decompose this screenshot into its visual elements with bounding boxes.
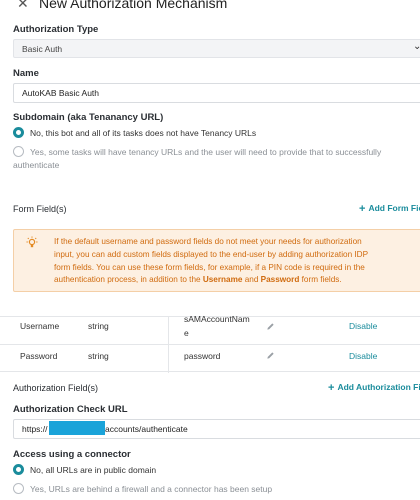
field-type-cell: string — [88, 321, 109, 331]
notice-line: authentication process, in addition to t… — [54, 274, 416, 287]
subdomain-no-label: No, this bot and all of its tasks does n… — [30, 128, 257, 138]
field-name-cell: Username — [20, 321, 60, 331]
notice-line: form fields. You can use these form fiel… — [54, 262, 365, 272]
subdomain-no-radio[interactable] — [13, 127, 24, 138]
subdomain-label: Subdomain (aka Tenanancy URL) — [13, 112, 164, 123]
notice-line: If the default username and password fie… — [54, 237, 362, 246]
plus-icon: + — [359, 203, 366, 215]
modal-header: ✕ New Authorization Mechanism — [0, 0, 420, 13]
add-auth-field-button[interactable]: + Add Authorization Fie — [328, 382, 420, 394]
modal-title: New Authorization Mechanism — [39, 0, 228, 11]
name-input-value: AutoKAB Basic Auth — [22, 88, 100, 98]
notice-bold-password: Password — [260, 275, 300, 285]
check-url-label: Authorization Check URL — [13, 404, 128, 415]
field-key-cell: sAMAccountNam — [184, 314, 250, 324]
connector-no-label: No, all URLs are in public domain — [30, 465, 157, 475]
auth-type-value: Basic Auth — [22, 44, 63, 54]
table-divider — [0, 344, 420, 345]
auth-fields-label: Authorization Field(s) — [13, 383, 99, 393]
chevron-down-icon[interactable]: ⌄ — [413, 41, 420, 52]
add-form-field-label: Add Form Fie — [368, 203, 420, 213]
name-input[interactable]: AutoKAB Basic Auth — [13, 83, 420, 103]
field-name-cell: Password — [20, 351, 58, 361]
notice-bold-username: Username — [202, 275, 243, 285]
connector-no-radio[interactable] — [13, 464, 24, 475]
plus-icon: + — [328, 382, 335, 394]
auth-type-select[interactable]: Basic Auth ⌄ — [13, 39, 420, 58]
notice-text-part: and — [242, 275, 261, 285]
add-form-field-button[interactable]: + Add Form Fie — [359, 203, 420, 215]
edit-pencil-icon[interactable] — [266, 351, 275, 360]
check-url-suffix: accounts/authenticate — [105, 424, 188, 434]
notice-text-part: form fields. — [299, 275, 342, 285]
field-key-cell-wrap: e — [184, 328, 189, 338]
subdomain-yes-radio[interactable] — [13, 146, 24, 157]
notice-line: input, you can add custom fields display… — [54, 249, 369, 259]
lightbulb-icon — [26, 236, 38, 248]
connector-label: Access using a connector — [13, 449, 131, 460]
name-label: Name — [13, 68, 39, 79]
close-icon[interactable]: ✕ — [17, 0, 29, 11]
field-key-cell: password — [184, 351, 221, 361]
disable-button[interactable]: Disable — [349, 321, 377, 331]
connector-yes-label: Yes, URLs are behind a firewall and a co… — [30, 484, 273, 494]
notice-text: If the default username and password fie… — [54, 236, 416, 287]
connector-yes-radio[interactable] — [13, 483, 24, 494]
field-type-cell: string — [88, 351, 109, 361]
check-url-prefix: https:// — [22, 424, 48, 434]
subdomain-yes-label-line1: Yes, some tasks will have tenancy URLs a… — [30, 147, 382, 157]
redaction-block — [49, 421, 105, 435]
form-fields-notice: If the default username and password fie… — [13, 229, 420, 292]
add-auth-field-label: Add Authorization Fie — [337, 382, 420, 392]
subdomain-yes-label-line2: authenticate — [13, 160, 60, 170]
edit-pencil-icon[interactable] — [266, 322, 275, 331]
auth-type-label: Authorization Type — [13, 24, 99, 35]
notice-text-part: authentication process, in addition to t… — [54, 275, 203, 285]
form-fields-label: Form Field(s) — [13, 204, 67, 214]
disable-button[interactable]: Disable — [349, 351, 377, 361]
table-divider — [168, 317, 169, 373]
